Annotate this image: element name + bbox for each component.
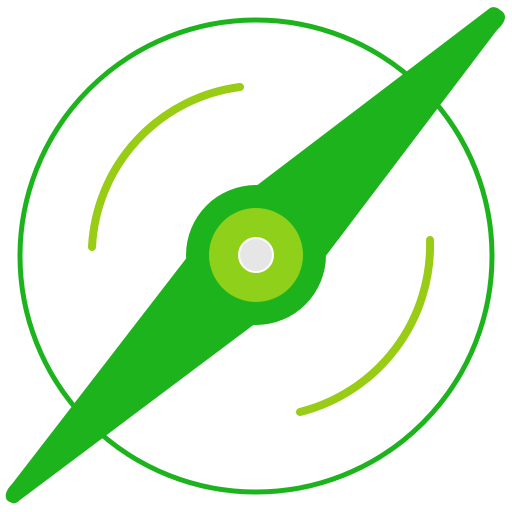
propeller-icon	[5, 7, 506, 504]
hub-center	[238, 237, 274, 273]
propeller-icon-canvas	[0, 0, 512, 512]
